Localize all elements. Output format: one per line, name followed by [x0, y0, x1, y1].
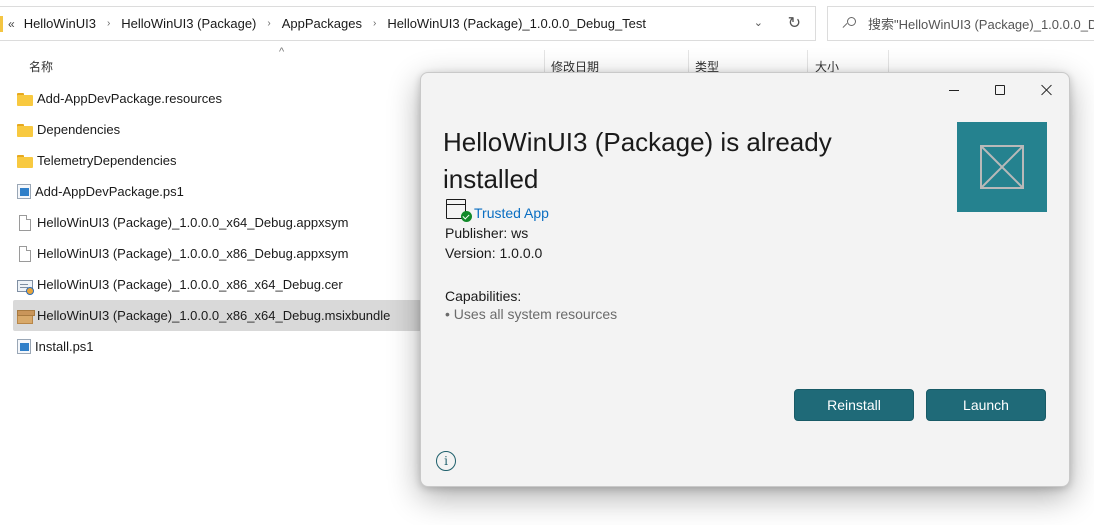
breadcrumb-item-current[interactable]: HelloWinUI3 (Package)_1.0.0.0_Debug_Test	[387, 16, 646, 31]
maximize-button[interactable]	[977, 73, 1023, 107]
file-name: HelloWinUI3 (Package)_1.0.0.0_x86_Debug.…	[37, 246, 349, 261]
placeholder-image-icon	[980, 145, 1024, 189]
capability-item: • Uses all system resources	[445, 306, 618, 322]
certificate-icon	[17, 279, 34, 295]
minimize-button[interactable]	[931, 73, 977, 107]
breadcrumb-separator-icon[interactable]: ›	[267, 18, 270, 29]
window-controls	[931, 73, 1069, 107]
trusted-app-icon	[445, 199, 472, 222]
file-name: Add-AppDevPackage.resources	[37, 91, 222, 106]
breadcrumb-overflow-button[interactable]: «	[8, 17, 15, 31]
address-bar[interactable]: « HelloWinUI3 › HelloWinUI3 (Package) › …	[0, 6, 816, 41]
search-icon	[842, 16, 856, 31]
blank-file-icon	[19, 245, 31, 262]
file-row[interactable]: Install.ps1	[13, 331, 421, 362]
file-name: HelloWinUI3 (Package)_1.0.0.0_x86_x64_De…	[37, 277, 343, 292]
file-row[interactable]: Add-AppDevPackage.ps1	[13, 176, 421, 207]
file-row[interactable]: Add-AppDevPackage.resources	[13, 83, 421, 114]
app-logo	[957, 122, 1047, 212]
file-row[interactable]: TelemetryDependencies	[13, 145, 421, 176]
close-button[interactable]	[1023, 73, 1069, 107]
breadcrumb-item[interactable]: HelloWinUI3 (Package)	[121, 16, 256, 31]
publisher-text: Publisher: ws	[445, 225, 529, 241]
breadcrumb-item[interactable]: HelloWinUI3	[24, 16, 96, 31]
powershell-script-icon	[17, 184, 31, 199]
column-divider[interactable]	[688, 50, 689, 74]
chevron-down-icon[interactable]: ⌄	[754, 16, 763, 29]
app-installer-dialog: HelloWinUI3 (Package) is already install…	[420, 72, 1070, 487]
sort-ascending-icon: ^	[279, 46, 285, 58]
column-header-name[interactable]: 名称	[29, 58, 53, 75]
file-name: Add-AppDevPackage.ps1	[35, 184, 184, 199]
file-name: HelloWinUI3 (Package)_1.0.0.0_x64_Debug.…	[37, 215, 349, 230]
column-divider[interactable]	[544, 50, 545, 74]
folder-icon	[17, 153, 33, 169]
capabilities-heading: Capabilities:	[445, 288, 522, 304]
file-row[interactable]: HelloWinUI3 (Package)_1.0.0.0_x86_x64_De…	[13, 269, 421, 300]
file-name: TelemetryDependencies	[37, 153, 177, 168]
search-placeholder: 搜索"HelloWinUI3 (Package)_1.0.0.0_De	[868, 17, 1094, 32]
column-divider[interactable]	[807, 50, 808, 74]
close-icon	[1040, 84, 1052, 96]
file-row[interactable]: Dependencies	[13, 114, 421, 145]
search-input[interactable]: 搜索"HelloWinUI3 (Package)_1.0.0.0_De	[827, 6, 1094, 41]
dialog-title: HelloWinUI3 (Package) is already install…	[443, 127, 832, 194]
file-list: Add-AppDevPackage.resources Dependencies…	[13, 83, 421, 362]
breadcrumb-separator-icon[interactable]: ›	[107, 18, 110, 29]
file-row-selected[interactable]: HelloWinUI3 (Package)_1.0.0.0_x86_x64_De…	[13, 300, 421, 331]
blank-file-icon	[19, 214, 31, 231]
reinstall-button[interactable]: Reinstall	[794, 389, 914, 421]
file-name: Dependencies	[37, 122, 121, 137]
trusted-app-link[interactable]: Trusted App	[474, 205, 549, 221]
package-bundle-icon	[17, 309, 35, 324]
refresh-icon[interactable]: ↻	[788, 13, 801, 33]
folder-icon	[17, 122, 33, 138]
file-row[interactable]: HelloWinUI3 (Package)_1.0.0.0_x64_Debug.…	[13, 207, 421, 238]
folder-icon	[17, 91, 33, 107]
powershell-script-icon	[17, 339, 31, 354]
breadcrumb-separator-icon[interactable]: ›	[373, 18, 376, 29]
file-row[interactable]: HelloWinUI3 (Package)_1.0.0.0_x86_Debug.…	[13, 238, 421, 269]
breadcrumb-item[interactable]: AppPackages	[282, 16, 362, 31]
address-bar-accent	[0, 15, 3, 32]
file-name: HelloWinUI3 (Package)_1.0.0.0_x86_x64_De…	[37, 308, 391, 323]
version-text: Version: 1.0.0.0	[445, 245, 543, 261]
info-icon[interactable]: i	[436, 451, 456, 471]
maximize-icon	[995, 85, 1005, 95]
trusted-app-badge: Trusted App	[445, 199, 549, 222]
file-name: Install.ps1	[35, 339, 94, 354]
checkmark-icon	[461, 211, 472, 222]
launch-button[interactable]: Launch	[926, 389, 1046, 421]
minimize-icon	[949, 89, 959, 91]
column-divider[interactable]	[888, 50, 889, 74]
